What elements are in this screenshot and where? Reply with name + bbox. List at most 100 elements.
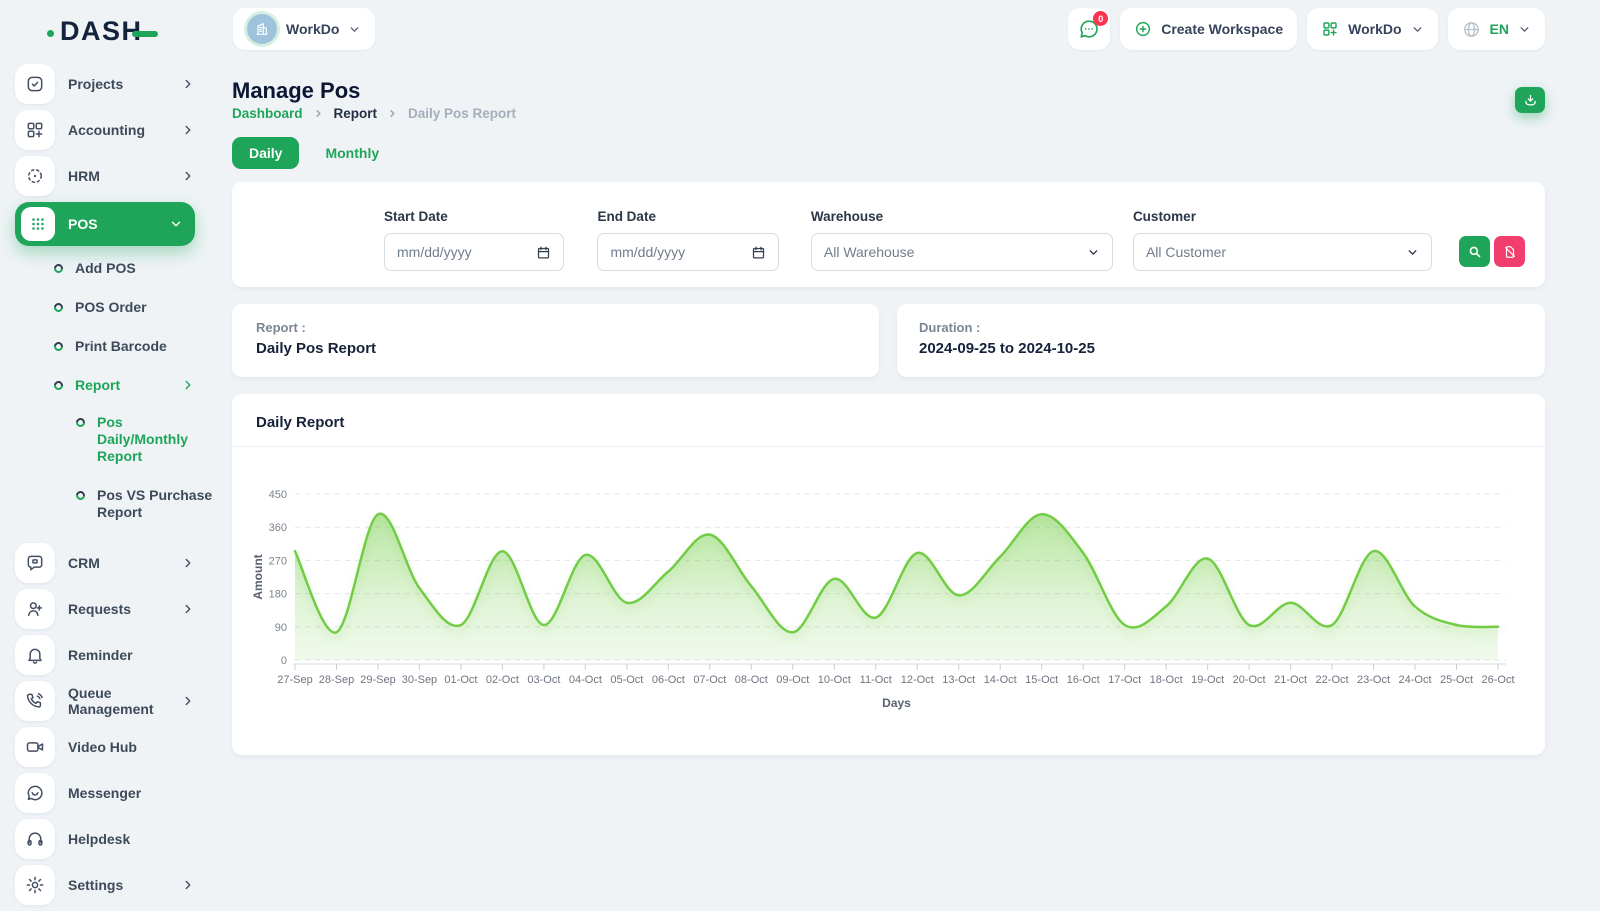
download-button[interactable] [1515,87,1545,113]
tab-daily[interactable]: Daily [232,137,299,169]
svg-text:25-Oct: 25-Oct [1440,674,1473,686]
svg-text:22-Oct: 22-Oct [1316,674,1349,686]
bullet-icon [74,416,87,429]
sidebar-item-requests[interactable]: Requests [15,589,195,629]
end-date-label: End Date [597,209,778,224]
svg-text:28-Sep: 28-Sep [319,674,354,686]
sidebar-item-queue-management[interactable]: Queue Management [15,681,195,721]
chevron-down-icon [169,217,183,231]
svg-text:Amount: Amount [252,554,265,599]
sidebar-item-pos-order[interactable]: POS Order [54,297,195,317]
report-summary-card: Report : Daily Pos Report [232,304,879,377]
sidebar-item-helpdesk[interactable]: Helpdesk [15,819,195,859]
bullet-icon [52,379,65,392]
sidebar-item-messenger[interactable]: Messenger [15,773,195,813]
bullet-icon [52,340,65,353]
video-camera-icon [15,727,55,767]
chart-title: Daily Report [232,394,1545,447]
svg-text:17-Oct: 17-Oct [1108,674,1141,686]
svg-text:06-Oct: 06-Oct [652,674,685,686]
bullet-icon [74,489,87,502]
svg-text:18-Oct: 18-Oct [1150,674,1183,686]
sidebar-item-pos[interactable]: POS [15,202,195,246]
warehouse-value: All Warehouse [824,244,915,260]
svg-text:10-Oct: 10-Oct [818,674,851,686]
sidebar-item-settings[interactable]: Settings [15,865,195,905]
sidebar-item-accounting[interactable]: Accounting [15,110,195,150]
download-icon [1523,93,1538,108]
duration-value: 2024-09-25 to 2024-10-25 [919,340,1523,357]
search-button[interactable] [1459,236,1490,267]
sidebar-item-pos-daily-monthly-report[interactable]: Pos Daily/Monthly Report [76,414,216,465]
reset-filter-button[interactable] [1494,236,1525,267]
headphones-icon [15,819,55,859]
daily-report-chart: 09018027036045027-Sep28-Sep29-Sep30-Sep0… [232,447,1545,715]
svg-text:450: 450 [269,489,287,501]
start-date-input[interactable]: mm/dd/yyyy [384,233,564,271]
chat-smile-icon [15,773,55,813]
customer-select[interactable]: All Customer [1133,233,1432,271]
duration-label: Duration : [919,320,1523,335]
chevron-right-icon [181,602,195,616]
svg-text:14-Oct: 14-Oct [984,674,1017,686]
phone-call-icon [15,681,55,721]
report-mode-tabs: Daily Monthly [232,137,379,169]
filter-actions [1459,236,1525,267]
sidebar-item-video-hub[interactable]: Video Hub [15,727,195,767]
logo[interactable]: DASH [60,16,143,47]
sidebar-item-hrm[interactable]: HRM [15,156,195,196]
chevron-right-icon [181,169,195,183]
customer-value: All Customer [1146,244,1226,260]
crm-icon [15,543,55,583]
tab-monthly[interactable]: Monthly [325,145,379,161]
sidebar-item-report[interactable]: Report [54,375,195,395]
sidebar-item-projects[interactable]: Projects [15,64,195,104]
svg-text:29-Sep: 29-Sep [360,674,395,686]
bullet-icon [52,262,65,275]
svg-text:24-Oct: 24-Oct [1399,674,1432,686]
chevron-right-icon [387,108,398,119]
breadcrumb-report[interactable]: Report [334,106,378,121]
filter-card: Start Date mm/dd/yyyy End Date mm/dd/yyy… [232,182,1545,287]
warehouse-label: Warehouse [811,209,1113,224]
chevron-right-icon [181,878,195,892]
chevron-down-icon [1406,246,1419,259]
end-date-input[interactable]: mm/dd/yyyy [597,233,778,271]
svg-text:90: 90 [275,622,287,634]
breadcrumb-current: Daily Pos Report [408,106,516,121]
chevron-right-icon [181,378,195,392]
chevron-right-icon [181,694,195,708]
logo-text: DASH [60,16,143,46]
breadcrumb-dashboard-link[interactable]: Dashboard [232,106,303,121]
svg-text:07-Oct: 07-Oct [693,674,726,686]
sidebar-item-pos-vs-purchase-report[interactable]: Pos VS Purchase Report [76,487,216,521]
svg-text:270: 270 [269,555,287,567]
bell-icon [15,635,55,675]
svg-text:Days: Days [882,696,911,710]
svg-text:02-Oct: 02-Oct [486,674,519,686]
pos-grid-dots-icon [21,207,55,241]
svg-text:23-Oct: 23-Oct [1357,674,1390,686]
gear-icon [15,865,55,905]
customer-group: Customer All Customer [1133,209,1432,271]
sidebar-item-reminder[interactable]: Reminder [15,635,195,675]
accounting-icon [15,110,55,150]
app-root: DASH WorkDo 0 Create Workspace [0,0,1600,900]
sidebar-item-print-barcode[interactable]: Print Barcode [54,336,195,356]
svg-text:09-Oct: 09-Oct [776,674,809,686]
chevron-right-icon [181,123,195,137]
chevron-down-icon [1087,246,1100,259]
sidebar-item-crm[interactable]: CRM [15,543,195,583]
svg-text:05-Oct: 05-Oct [610,674,643,686]
hrm-icon [15,156,55,196]
report-submenu: Pos Daily/Monthly Report Pos VS Purchase… [54,414,195,521]
breadcrumb: Dashboard Report Daily Pos Report [232,106,516,121]
svg-text:16-Oct: 16-Oct [1067,674,1100,686]
warehouse-select[interactable]: All Warehouse [811,233,1113,271]
bullet-icon [52,301,65,314]
svg-text:20-Oct: 20-Oct [1233,674,1266,686]
chevron-right-icon [313,108,324,119]
sidebar-item-add-pos[interactable]: Add POS [54,258,195,278]
chevron-right-icon [181,556,195,570]
chevron-right-icon [181,77,195,91]
